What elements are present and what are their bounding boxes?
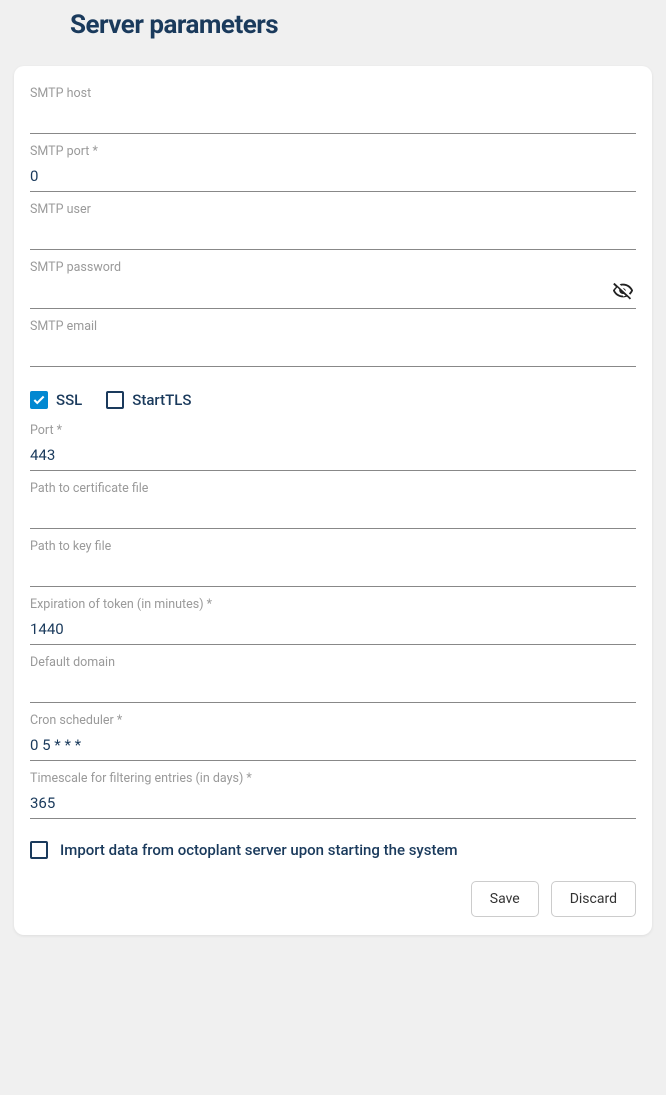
default-domain-label: Default domain bbox=[30, 655, 636, 670]
smtp-user-input[interactable] bbox=[30, 223, 636, 245]
token-exp-field: Expiration of token (in minutes) * bbox=[30, 597, 636, 645]
smtp-password-label: SMTP password bbox=[30, 260, 636, 275]
default-domain-input[interactable] bbox=[30, 676, 636, 698]
smtp-password-input[interactable] bbox=[30, 282, 610, 304]
starttls-checkbox[interactable]: StartTLS bbox=[106, 391, 191, 409]
smtp-port-label: SMTP port * bbox=[30, 144, 636, 159]
smtp-user-field: SMTP user bbox=[30, 202, 636, 250]
key-path-label: Path to key file bbox=[30, 539, 636, 554]
smtp-port-field: SMTP port * bbox=[30, 144, 636, 192]
smtp-email-field: SMTP email bbox=[30, 319, 636, 367]
server-parameters-card: SMTP host SMTP port * SMTP user SMTP pas… bbox=[14, 66, 652, 935]
cert-path-field: Path to certificate file bbox=[30, 481, 636, 529]
timescale-label: Timescale for filtering entries (in days… bbox=[30, 771, 636, 786]
cron-label: Cron scheduler * bbox=[30, 713, 636, 728]
starttls-label: StartTLS bbox=[132, 391, 191, 409]
smtp-host-field: SMTP host bbox=[30, 86, 636, 134]
checkbox-icon bbox=[30, 391, 48, 409]
smtp-host-label: SMTP host bbox=[30, 86, 636, 101]
timescale-field: Timescale for filtering entries (in days… bbox=[30, 771, 636, 819]
smtp-email-input[interactable] bbox=[30, 340, 636, 362]
eye-off-icon bbox=[612, 280, 634, 305]
token-exp-input[interactable] bbox=[30, 618, 636, 640]
page-title: Server parameters bbox=[70, 10, 666, 40]
smtp-email-label: SMTP email bbox=[30, 319, 636, 334]
smtp-host-input[interactable] bbox=[30, 107, 636, 129]
import-data-label: Import data from octoplant server upon s… bbox=[60, 841, 458, 859]
checkbox-icon bbox=[30, 841, 48, 859]
import-data-checkbox[interactable]: Import data from octoplant server upon s… bbox=[30, 841, 636, 859]
key-path-field: Path to key file bbox=[30, 539, 636, 587]
port-field: Port * bbox=[30, 423, 636, 471]
page-header: Server parameters bbox=[0, 0, 666, 58]
ssl-label: SSL bbox=[56, 391, 82, 409]
port-input[interactable] bbox=[30, 444, 636, 466]
cron-input[interactable] bbox=[30, 734, 636, 756]
checkbox-icon bbox=[106, 391, 124, 409]
port-label: Port * bbox=[30, 423, 636, 438]
cron-field: Cron scheduler * bbox=[30, 713, 636, 761]
default-domain-field: Default domain bbox=[30, 655, 636, 703]
footer-buttons: Save Discard bbox=[30, 881, 636, 917]
save-button[interactable]: Save bbox=[471, 881, 539, 917]
ssl-starttls-row: SSL StartTLS bbox=[30, 391, 636, 409]
token-exp-label: Expiration of token (in minutes) * bbox=[30, 597, 636, 612]
discard-button[interactable]: Discard bbox=[551, 881, 636, 917]
ssl-checkbox[interactable]: SSL bbox=[30, 391, 82, 409]
smtp-password-field: SMTP password bbox=[30, 260, 636, 309]
toggle-password-visibility-button[interactable] bbox=[610, 280, 636, 305]
timescale-input[interactable] bbox=[30, 792, 636, 814]
smtp-port-input[interactable] bbox=[30, 165, 636, 187]
smtp-user-label: SMTP user bbox=[30, 202, 636, 217]
cert-path-label: Path to certificate file bbox=[30, 481, 636, 496]
cert-path-input[interactable] bbox=[30, 502, 636, 524]
key-path-input[interactable] bbox=[30, 560, 636, 582]
